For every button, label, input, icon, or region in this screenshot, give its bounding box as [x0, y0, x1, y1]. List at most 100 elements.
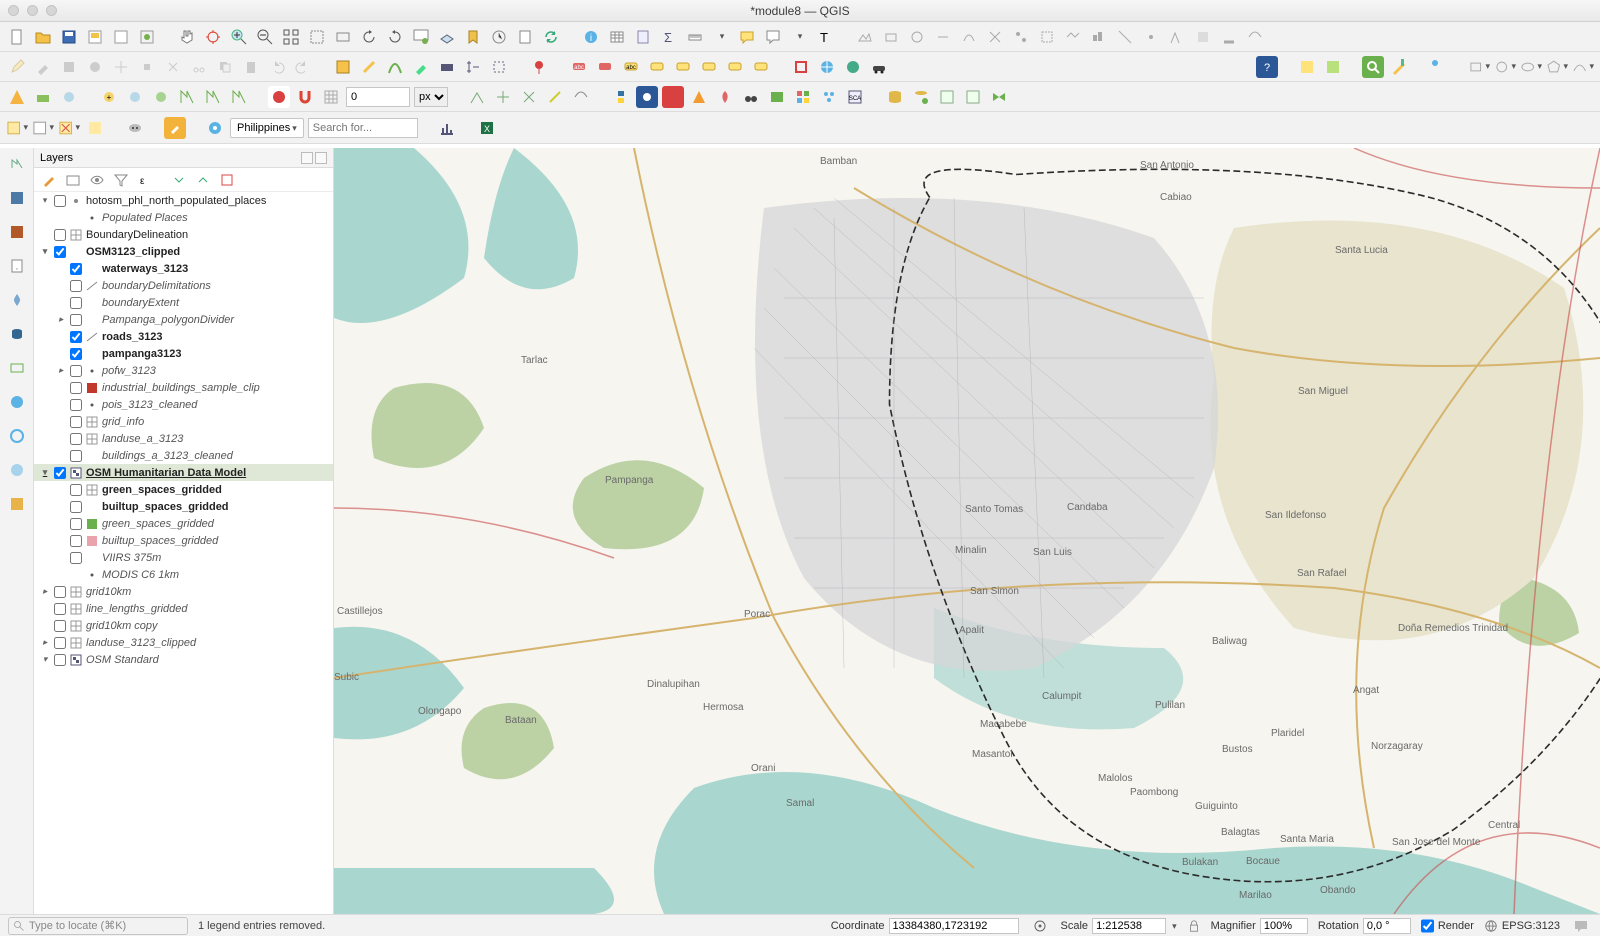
panel-undock-icon[interactable]: [301, 152, 313, 164]
layer-visibility-checkbox[interactable]: [70, 331, 82, 343]
layer-visibility-checkbox[interactable]: [70, 518, 82, 530]
add-wms-layer-icon[interactable]: [5, 390, 29, 414]
tb3-v3[interactable]: [518, 86, 540, 108]
expand-icon[interactable]: ▸: [56, 433, 66, 444]
zoom-layer-button[interactable]: [332, 26, 354, 48]
layer-node[interactable]: ▸MODIS C6 1km: [34, 566, 333, 583]
expand-icon[interactable]: ▸: [56, 416, 66, 427]
tb3-a[interactable]: [6, 86, 28, 108]
identify-button[interactable]: i: [580, 26, 602, 48]
zoom-selection-button[interactable]: [306, 26, 328, 48]
pan-button[interactable]: [176, 26, 198, 48]
coordinate-capture-icon[interactable]: [1029, 915, 1051, 937]
deselect-dd[interactable]: [58, 117, 80, 139]
paste-button[interactable]: [240, 56, 262, 78]
layer-visibility-checkbox[interactable]: [70, 382, 82, 394]
geometry-viewer-12[interactable]: [1140, 26, 1162, 48]
layer-node[interactable]: ▸pampanga3123: [34, 345, 333, 362]
geometry-viewer-6[interactable]: [984, 26, 1006, 48]
shape-poly-dd[interactable]: [1546, 56, 1568, 78]
minimize-icon[interactable]: [27, 5, 38, 16]
layer-visibility-checkbox[interactable]: [54, 195, 66, 207]
scale-input[interactable]: [1092, 918, 1166, 934]
add-wcs-layer-icon[interactable]: [5, 458, 29, 482]
layer-visibility-checkbox[interactable]: [70, 535, 82, 547]
layer-node[interactable]: ▸green_spaces_gridded: [34, 481, 333, 498]
close-icon[interactable]: [8, 5, 19, 16]
plugin-red2[interactable]: [662, 86, 684, 108]
plugin-db2[interactable]: [910, 86, 932, 108]
expand-icon[interactable]: ▸: [40, 603, 50, 614]
tb3-red[interactable]: [268, 86, 290, 108]
plugin-dot[interactable]: [1428, 56, 1450, 78]
layer-visibility-checkbox[interactable]: [70, 297, 82, 309]
expand-icon[interactable]: ▸: [56, 552, 66, 563]
expand-icon[interactable]: ▸: [56, 484, 66, 495]
plugin-red[interactable]: [790, 56, 812, 78]
plugin-search[interactable]: [1362, 56, 1384, 78]
plugin-db3[interactable]: [936, 86, 958, 108]
style-button[interactable]: [40, 171, 58, 189]
digitize-7[interactable]: [488, 56, 510, 78]
scale-dropdown[interactable]: [1170, 920, 1177, 932]
layer-node[interactable]: ▸grid_info: [34, 413, 333, 430]
plugin-b[interactable]: [1322, 56, 1344, 78]
layer-visibility-checkbox[interactable]: [54, 467, 66, 479]
delete-feature-button[interactable]: [162, 56, 184, 78]
layer-visibility-checkbox[interactable]: [70, 314, 82, 326]
layer-node[interactable]: ▸grid10km: [34, 583, 333, 600]
layer-node[interactable]: ▸landuse_3123_clipped: [34, 634, 333, 651]
visibility-button[interactable]: [88, 171, 106, 189]
python-console[interactable]: [610, 86, 632, 108]
add-xyz-layer-icon[interactable]: [5, 492, 29, 516]
expand-icon[interactable]: ▸: [56, 331, 66, 342]
plugin-grid[interactable]: [792, 86, 814, 108]
plugin-chart[interactable]: [436, 117, 458, 139]
layer-node[interactable]: ▾OSM Standard: [34, 651, 333, 668]
expand-icon[interactable]: ▸: [40, 586, 50, 597]
shape-ellipse-dd[interactable]: [1520, 56, 1542, 78]
add-postgis-icon[interactable]: [5, 322, 29, 346]
tb3-i[interactable]: [228, 86, 250, 108]
geometry-viewer-7[interactable]: [1010, 26, 1032, 48]
geometry-viewer-13[interactable]: [1166, 26, 1188, 48]
geometry-viewer-5[interactable]: [958, 26, 980, 48]
layer-node[interactable]: ▸buildings_a_3123_cleaned: [34, 447, 333, 464]
layer-visibility-checkbox[interactable]: [70, 501, 82, 513]
layer-node[interactable]: ▾hotosm_phl_north_populated_places: [34, 192, 333, 209]
layer-visibility-checkbox[interactable]: [70, 484, 82, 496]
plugin-flame[interactable]: [714, 86, 736, 108]
zoom-icon[interactable]: [46, 5, 57, 16]
tb3-g[interactable]: [176, 86, 198, 108]
filter-legend-button[interactable]: [112, 171, 130, 189]
new-project-button[interactable]: [6, 26, 28, 48]
select-value-dd[interactable]: [32, 117, 54, 139]
geometry-viewer-16[interactable]: [1244, 26, 1266, 48]
zoom-in-button[interactable]: [228, 26, 250, 48]
tb3-v1[interactable]: [466, 86, 488, 108]
tb3-e[interactable]: [124, 86, 146, 108]
geocoder-country-dd[interactable]: Philippines: [230, 118, 304, 138]
layer-node[interactable]: ▸pofw_3123: [34, 362, 333, 379]
magnifier-input[interactable]: [1260, 918, 1308, 934]
plugin-mask[interactable]: [124, 117, 146, 139]
collapse-all-button[interactable]: [194, 171, 212, 189]
plugin-binoc[interactable]: [740, 86, 762, 108]
layer-visibility-checkbox[interactable]: [70, 450, 82, 462]
tb3-v5[interactable]: [570, 86, 592, 108]
temporal-button[interactable]: [488, 26, 510, 48]
node-tool-button[interactable]: [136, 56, 158, 78]
tb3-c[interactable]: [58, 86, 80, 108]
expand-icon[interactable]: ▸: [40, 229, 50, 240]
geocoder-icon[interactable]: [204, 117, 226, 139]
geometry-viewer-14[interactable]: [1192, 26, 1214, 48]
add-wfs-layer-icon[interactable]: [5, 424, 29, 448]
expand-icon[interactable]: ▸: [56, 212, 66, 223]
expand-icon[interactable]: ▸: [40, 637, 50, 648]
map-canvas[interactable]: BambanSan AntonioCabiaoSanta LuciaSan Mi…: [334, 148, 1600, 914]
move-feature-button[interactable]: [110, 56, 132, 78]
render-checkbox[interactable]: [1421, 918, 1434, 934]
tb3-v4[interactable]: [544, 86, 566, 108]
toggle-edit-button[interactable]: [6, 56, 28, 78]
add-feature-button[interactable]: [84, 56, 106, 78]
